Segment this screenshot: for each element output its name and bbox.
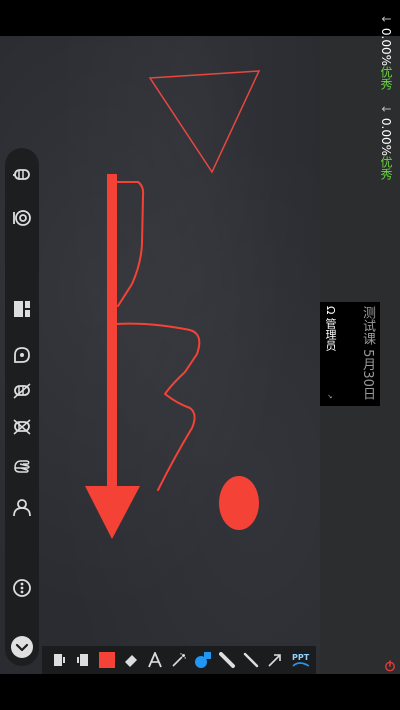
raise-hand-icon <box>14 460 30 473</box>
stat-indicator-1: ↓ 0.00%优秀 <box>379 14 393 91</box>
drawing-toolbar: PPT <box>42 646 316 674</box>
left-control-sidebar <box>5 148 39 666</box>
chat-button[interactable] <box>5 340 39 370</box>
next-page-icon <box>77 654 88 666</box>
laser-button[interactable] <box>168 649 190 671</box>
shape-button[interactable] <box>192 649 214 671</box>
collapse-button[interactable] <box>5 632 39 662</box>
text-button[interactable] <box>144 649 166 671</box>
more-button[interactable] <box>5 573 39 603</box>
layout-button[interactable] <box>5 294 39 324</box>
drawn-arrow-shaft <box>107 174 117 504</box>
mute-all-button[interactable] <box>5 376 39 406</box>
freehand-stroke-2 <box>116 322 201 491</box>
more-icon <box>13 579 31 597</box>
layout-icon <box>14 301 30 317</box>
camera-icon <box>13 210 31 226</box>
mic-icon <box>13 169 30 180</box>
drawn-ellipse <box>219 476 259 530</box>
laser-icon <box>172 653 186 667</box>
marker-button[interactable] <box>216 649 238 671</box>
stat-1-value: 0.00% <box>379 27 393 67</box>
ppt-button[interactable]: PPT <box>290 649 312 671</box>
collapse-icon <box>11 636 33 658</box>
unmute-all-icon <box>13 419 31 435</box>
stat-2-label: 优秀 <box>379 156 393 181</box>
signal-icon: ↗ <box>326 394 333 400</box>
users-button[interactable] <box>5 492 39 522</box>
top-system-bar <box>0 0 400 36</box>
board-drawing <box>85 70 261 539</box>
bottom-system-bar <box>0 674 400 710</box>
pointer-button[interactable] <box>264 649 286 671</box>
users-icon <box>13 499 31 517</box>
down-arrow-icon: ↓ <box>379 14 393 25</box>
next-page-button[interactable] <box>72 649 94 671</box>
color-swatch-icon <box>99 652 115 668</box>
session-card[interactable]: 测试课 5月30日 Ω 管理员 ↗ <box>320 302 380 406</box>
pen-icon <box>243 652 259 668</box>
stat-2-value: 0.00% <box>379 117 393 157</box>
eraser-button[interactable] <box>120 649 142 671</box>
drawn-triangle <box>148 70 261 174</box>
prev-page-button[interactable] <box>48 649 70 671</box>
ppt-label: PPT <box>292 653 310 662</box>
unmute-all-button[interactable] <box>5 412 39 442</box>
chat-icon <box>14 347 30 363</box>
course-title: 测试课 5月30日 <box>360 306 375 400</box>
mute-all-icon <box>13 383 31 399</box>
eraser-icon <box>125 655 137 667</box>
freehand-stroke-1 <box>116 181 145 307</box>
pointer-icon <box>268 654 281 667</box>
power-icon[interactable] <box>384 657 396 672</box>
mic-button[interactable] <box>5 160 39 190</box>
whiteboard-canvas[interactable] <box>0 36 320 674</box>
raise-hand-button[interactable] <box>5 452 39 482</box>
down-arrow-icon: ↓ <box>379 104 393 115</box>
prev-page-icon <box>54 654 65 666</box>
pen-button[interactable] <box>240 649 262 671</box>
text-icon <box>148 652 162 668</box>
user-role: Ω 管理员 <box>324 306 337 351</box>
stat-indicator-2: ↓ 0.00%优秀 <box>379 104 393 181</box>
stat-1-label: 优秀 <box>379 66 393 91</box>
drawn-arrow-head <box>85 486 140 539</box>
shape-icon <box>195 652 211 668</box>
color-swatch-button[interactable] <box>96 649 118 671</box>
camera-button[interactable] <box>5 203 39 233</box>
marker-icon <box>219 652 235 668</box>
